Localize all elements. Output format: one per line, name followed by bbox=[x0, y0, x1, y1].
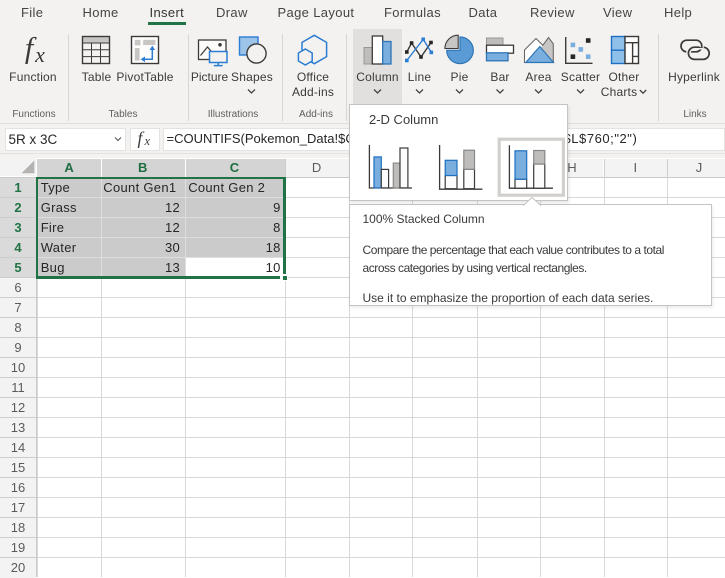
svg-text:x: x bbox=[34, 42, 45, 67]
